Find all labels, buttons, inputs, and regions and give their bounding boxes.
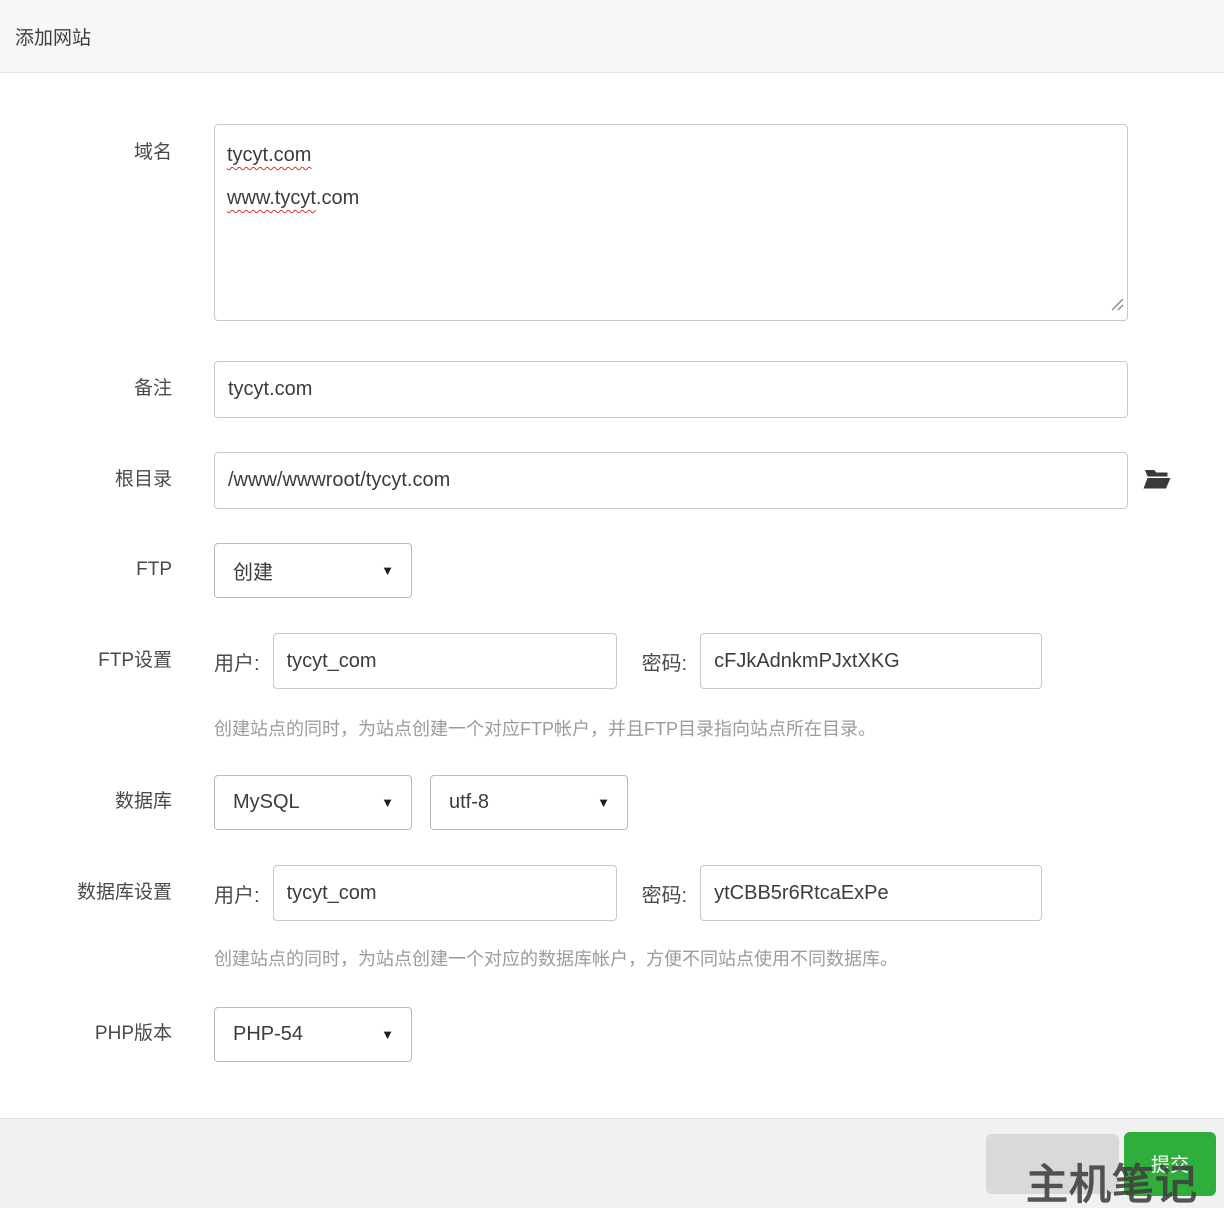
database-type-value: MySQL [233,791,300,813]
php-version-select[interactable]: PHP-54 ▼ [214,1007,412,1062]
database-settings-label: 数据库设置 [76,881,172,903]
db-user-input[interactable] [272,865,617,921]
dialog-footer: 提交 主机笔记 [0,1118,1224,1208]
chevron-down-icon: ▼ [381,563,394,578]
root-dir-row: 根目录 [0,452,1224,509]
chevron-down-icon: ▼ [381,795,394,810]
folder-open-icon [1142,466,1172,495]
ftp-password-label: 密码: [641,652,688,675]
database-charset-value: utf-8 [449,791,490,813]
domain-row: 域名 tycyt.com www.tycyt.com [0,124,1224,321]
dialog-header: 添加网站 [0,0,1224,73]
root-dir-label: 根目录 [114,469,172,491]
database-type-select[interactable]: MySQL ▼ [214,775,412,830]
database-help-text: 创建站点的同时，为站点创建一个对应的数据库帐户，方便不同站点使用不同数据库。 [214,949,898,969]
database-label: 数据库 [114,791,172,813]
chevron-down-icon: ▼ [597,795,610,810]
php-version-row: PHP版本 PHP-54 ▼ [0,1007,1224,1062]
submit-button[interactable]: 提交 [1124,1131,1216,1196]
db-password-label: 密码: [641,884,688,907]
ftp-select-value: 创建 [233,562,273,584]
ftp-settings-label: FTP设置 [98,649,172,671]
ftp-help-text: 创建站点的同时，为站点创建一个对应FTP帐户，并且FTP目录指向站点所在目录。 [214,719,876,739]
database-row: 数据库 MySQL ▼ utf-8 ▼ [0,775,1224,830]
directory-picker-button[interactable] [1142,466,1172,495]
php-version-label: PHP版本 [94,1023,172,1045]
ftp-row: FTP 创建 ▼ [0,543,1224,598]
ftp-label: FTP [136,559,172,581]
db-user-label: 用户: [214,884,260,907]
ftp-user-label: 用户: [214,652,260,675]
note-input[interactable] [214,361,1128,418]
ftp-settings-row: FTP设置 用户: 密码: [0,633,1224,689]
resize-handle-icon[interactable] [1109,294,1124,317]
domain-line-text: www.tycyt [227,187,316,209]
note-label: 备注 [133,378,172,400]
note-row: 备注 [0,361,1224,418]
db-password-input[interactable] [700,865,1043,921]
footer-secondary-button[interactable] [986,1133,1119,1194]
chevron-down-icon: ▼ [381,1027,394,1042]
domain-line: tycyt.com [227,134,1115,177]
database-charset-select[interactable]: utf-8 ▼ [430,775,628,830]
ftp-password-input[interactable] [700,633,1043,689]
domain-line-text: .com [315,187,360,209]
domain-label: 域名 [133,142,172,163]
root-dir-input[interactable] [214,452,1128,509]
domain-line: www.tycyt.com [227,177,1115,220]
add-site-form: 域名 tycyt.com www.tycyt.com 备注 根目录 [0,73,1224,1118]
domain-line-text: tycyt.com [227,144,312,166]
ftp-user-input[interactable] [272,633,617,689]
dialog-title: 添加网站 [15,27,92,49]
domain-input[interactable]: tycyt.com www.tycyt.com [214,124,1128,321]
php-version-value: PHP-54 [233,1023,304,1045]
ftp-select[interactable]: 创建 ▼ [214,543,412,598]
database-settings-row: 数据库设置 用户: 密码: [0,865,1224,921]
